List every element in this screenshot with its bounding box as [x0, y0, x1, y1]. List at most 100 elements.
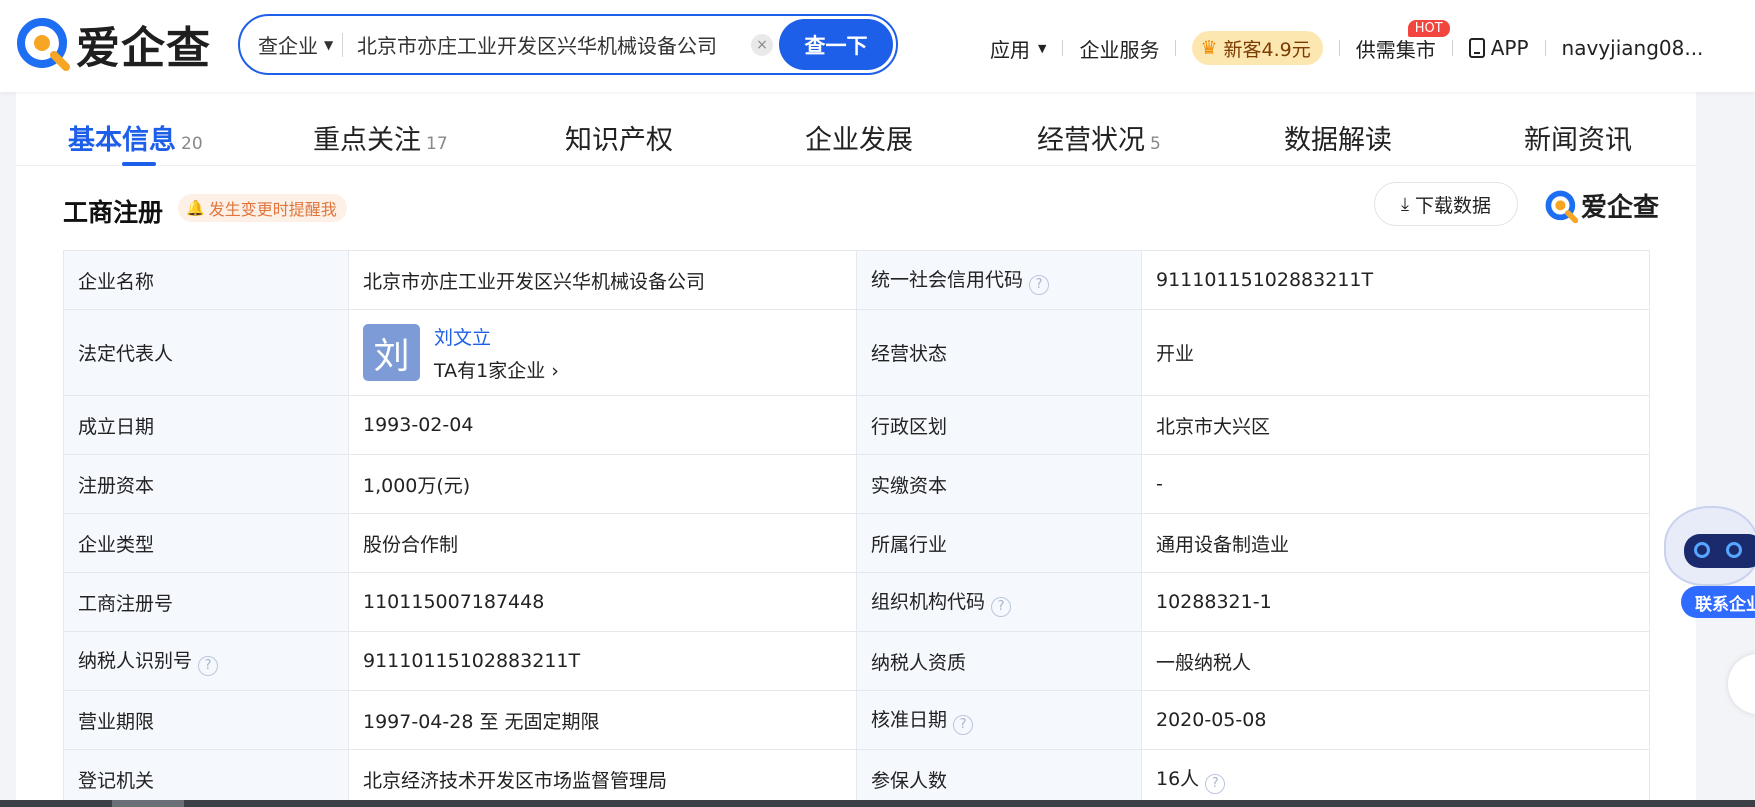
brand-watermark: 爱企查 [1544, 187, 1659, 224]
industry-value: 通用设备制造业 [1141, 513, 1650, 573]
field-label: 经营状态 [856, 309, 1142, 396]
help-icon[interactable]: ? [953, 714, 974, 735]
table-row: 成立日期 1993-02-04 行政区划 北京市大兴区 [63, 395, 1650, 455]
field-label: 登记机关 [63, 749, 349, 807]
field-label: 核准日期? [856, 690, 1142, 750]
tab-label: 知识产权 [565, 125, 673, 156]
search-divider [342, 32, 343, 57]
field-label: 组织机构代码? [856, 572, 1142, 632]
legal-rep-cell: 刘 刘文立 TA有1家企业 › [348, 309, 857, 396]
tab-label: 企业发展 [805, 125, 913, 156]
tab-development[interactable]: 企业发展 [805, 118, 913, 157]
section-title: 工商注册 [63, 198, 164, 227]
brand-text: 爱企查 [1581, 193, 1660, 223]
reg-no-value: 110115007187448 [348, 572, 857, 632]
user-menu[interactable]: navyjiang08... [1562, 36, 1704, 60]
tab-key-focus[interactable]: 重点关注 17 [313, 118, 448, 157]
founded-value: 1993-02-04 [348, 395, 857, 455]
main-card: 基本信息 20 重点关注 17 知识产权 企业发展 经营状况 5 数据解读 新闻资讯 … [16, 92, 1696, 807]
nav-enterprise-service[interactable]: 企业服务 [1079, 34, 1159, 63]
scrollbar-thumb[interactable] [112, 800, 184, 807]
help-icon[interactable]: ? [1205, 773, 1226, 794]
search-type-select[interactable]: 查企业 ▼ [240, 30, 342, 59]
tab-count: 5 [1150, 134, 1161, 154]
field-label: 成立日期 [63, 395, 349, 455]
table-row: 法定代表人 刘 刘文立 TA有1家企业 › 经营状态 开业 [63, 309, 1650, 396]
field-label: 统一社会信用代码? [856, 250, 1142, 310]
taxpayer-quality-value: 一般纳税人 [1141, 631, 1650, 691]
tab-data-insight[interactable]: 数据解读 [1284, 118, 1392, 157]
tab-count: 17 [426, 134, 448, 154]
help-icon[interactable]: ? [198, 655, 219, 676]
credit-code-value: 91110115102883211T [1141, 250, 1650, 310]
tab-news[interactable]: 新闻资讯 [1524, 118, 1632, 157]
tab-label: 经营状况 [1037, 125, 1145, 156]
table-row: 企业类型 股份合作制 所属行业 通用设备制造业 [63, 513, 1650, 573]
help-icon[interactable]: ? [1029, 274, 1050, 295]
hot-badge: HOT [1407, 19, 1450, 37]
promo-label: 新客4.9元 [1223, 38, 1311, 61]
help-icon[interactable]: ? [991, 596, 1012, 617]
legal-rep: 刘 刘文立 TA有1家企业 › [363, 323, 842, 383]
table-row: 纳税人识别号? 91110115102883211T 纳税人资质 一般纳税人 [63, 631, 1650, 691]
taxpayer-id-value: 91110115102883211T [348, 631, 857, 691]
nav-app[interactable]: APP [1468, 36, 1529, 60]
field-label: 行政区划 [856, 395, 1142, 455]
horizontal-scrollbar[interactable] [0, 800, 1755, 807]
approval-value: 2020-05-08 [1141, 690, 1650, 750]
legal-rep-name-link[interactable]: 刘文立 [434, 323, 559, 350]
field-label: 纳税人识别号? [63, 631, 349, 691]
tab-ip[interactable]: 知识产权 [565, 118, 673, 157]
search-input[interactable] [357, 32, 737, 57]
active-tab-indicator [122, 162, 156, 166]
nav-separator [1338, 40, 1340, 56]
field-label: 营业期限 [63, 690, 349, 750]
tab-count: 20 [181, 134, 203, 154]
field-label: 工商注册号 [63, 572, 349, 632]
assistant-widget[interactable]: 联系企业 [1656, 500, 1755, 620]
org-code-label: 组织机构代码 [871, 591, 986, 614]
side-float-button[interactable] [1728, 654, 1755, 714]
change-remind-button[interactable]: 🔔 发生变更时提醒我 [178, 194, 347, 222]
field-label: 纳税人资质 [856, 631, 1142, 691]
company-name-value: 北京市亦庄工业开发区兴华机械设备公司 [348, 250, 857, 310]
site-logo[interactable]: 爱企查 [16, 14, 211, 74]
authority-value: 北京经济技术开发区市场监督管理局 [348, 749, 857, 807]
download-label: 下载数据 [1414, 194, 1491, 217]
field-label: 注册资本 [63, 454, 349, 514]
tab-label: 基本信息 [68, 125, 176, 156]
contact-enterprise-button[interactable]: 联系企业 [1681, 586, 1755, 618]
credit-code-label: 统一社会信用代码 [871, 269, 1024, 292]
field-label: 所属行业 [856, 513, 1142, 573]
chevron-down-icon: ▼ [324, 37, 334, 52]
nav-market[interactable]: 供需集市 HOT [1356, 19, 1450, 63]
nav-separator [1175, 40, 1177, 56]
tab-basic-info[interactable]: 基本信息 20 [68, 118, 203, 166]
nav-apps[interactable]: 应用 ▼ [990, 34, 1046, 63]
insured-cell: 16人? [1141, 749, 1650, 807]
tab-operations[interactable]: 经营状况 5 [1037, 118, 1161, 157]
status-value: 开业 [1141, 309, 1650, 396]
field-label: 企业类型 [63, 513, 349, 573]
insured-value: 16人 [1156, 768, 1200, 791]
field-label: 参保人数 [856, 749, 1142, 807]
legal-rep-companies-link[interactable]: TA有1家企业 › [434, 356, 559, 383]
nav-separator [1451, 40, 1453, 56]
field-label: 法定代表人 [63, 309, 349, 396]
nav-promo-badge[interactable]: ♛ 新客4.9元 [1192, 31, 1323, 65]
tab-bar: 基本信息 20 重点关注 17 知识产权 企业发展 经营状况 5 数据解读 新闻资讯 [16, 92, 1696, 166]
magnifier-logo-icon [1545, 190, 1578, 223]
avatar[interactable]: 刘 [363, 324, 420, 381]
download-data-button[interactable]: ⤓ 下载数据 [1374, 182, 1518, 226]
clear-icon[interactable]: × [751, 33, 773, 56]
paid-capital-value: - [1141, 454, 1650, 514]
search-button[interactable]: 查一下 [779, 19, 893, 70]
table-row: 营业期限 1997-04-28 至 无固定期限 核准日期? 2020-05-08 [63, 690, 1650, 750]
search-type-label: 查企业 [258, 34, 318, 58]
companies-label: TA有1家企业 [434, 359, 546, 382]
nav-apps-label: 应用 [990, 37, 1030, 62]
term-value: 1997-04-28 至 无固定期限 [348, 690, 857, 750]
nav-separator [1544, 40, 1546, 56]
field-label: 实缴资本 [856, 454, 1142, 514]
download-icon: ⤓ [1401, 193, 1409, 215]
